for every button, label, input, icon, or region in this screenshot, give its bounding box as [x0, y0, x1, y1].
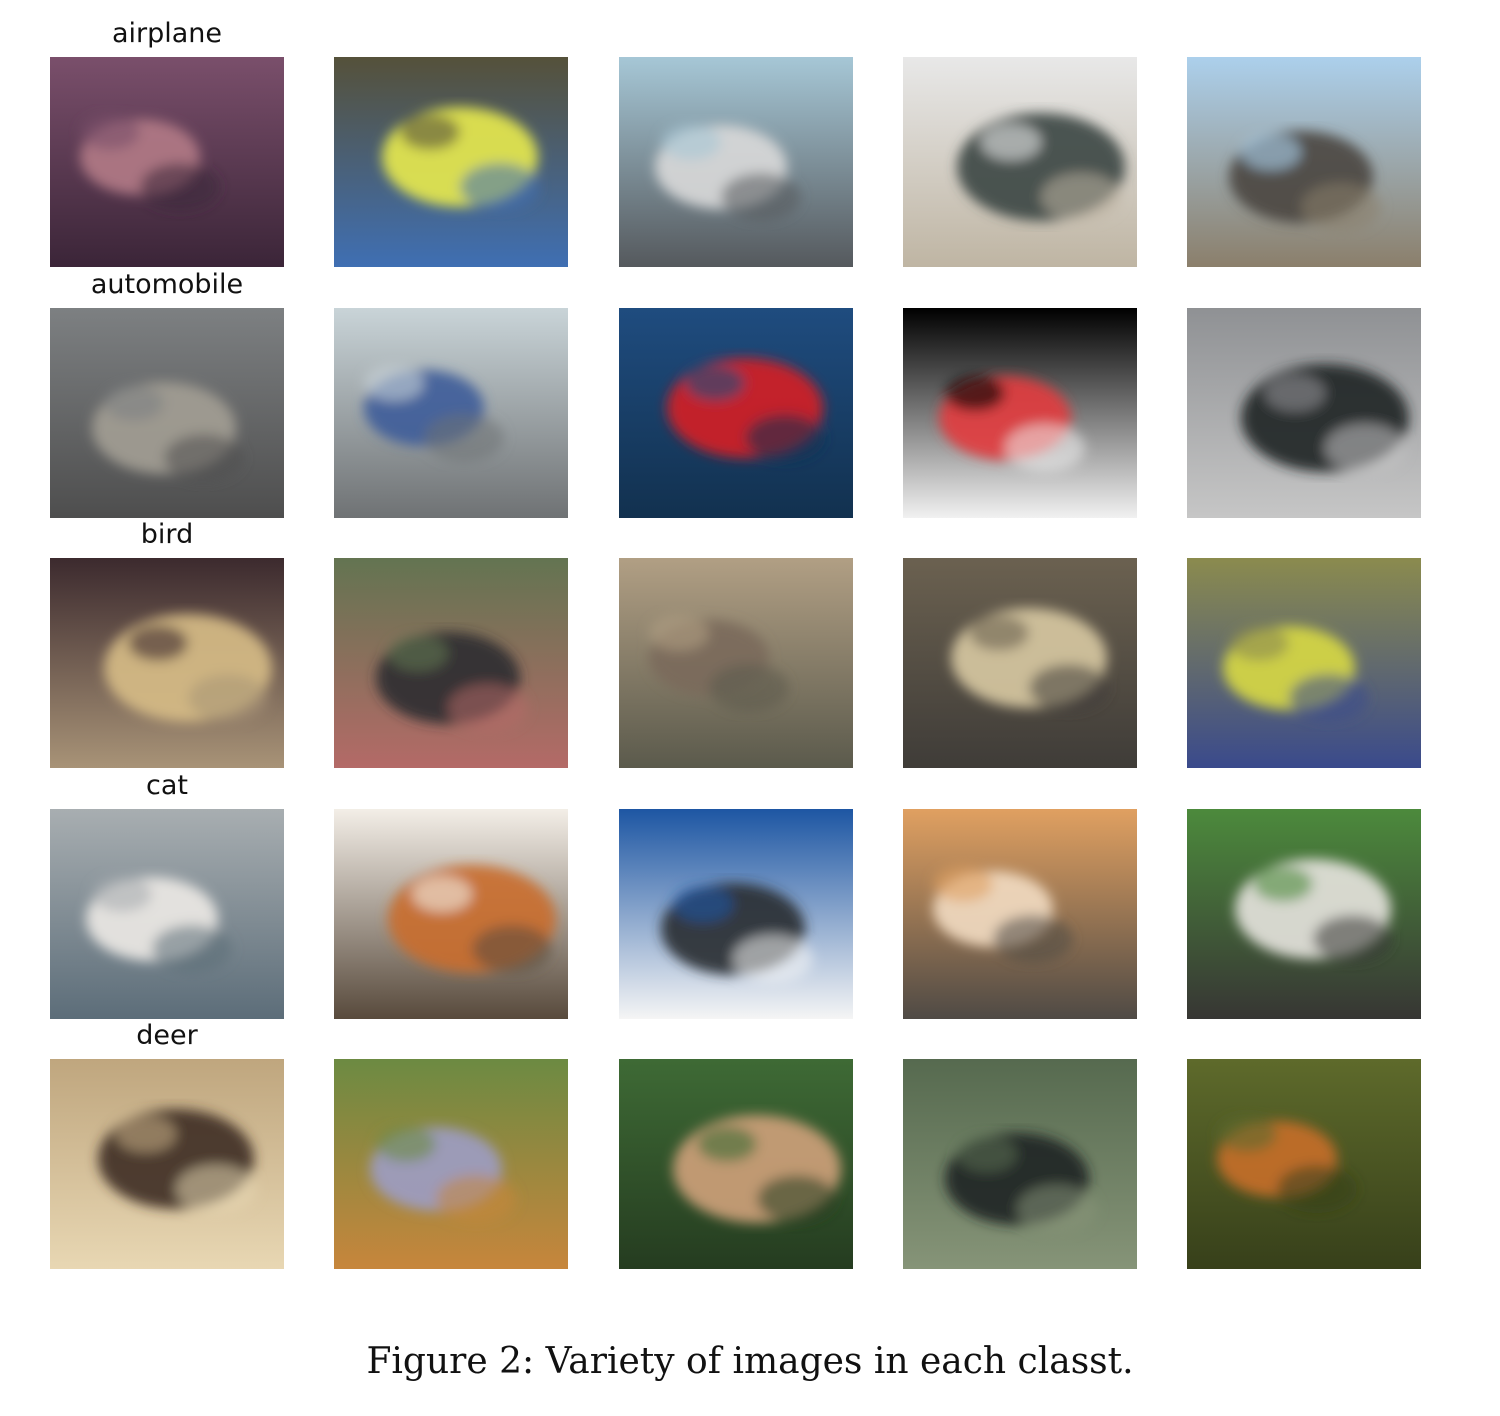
image-bird-4 [903, 558, 1137, 768]
row-label-airplane: airplane [111, 18, 223, 49]
image-automobile-5 [1187, 308, 1421, 518]
image-airplane-3 [619, 57, 853, 267]
image-bird-3 [619, 558, 853, 768]
image-airplane-4 [903, 57, 1137, 267]
image-deer-4 [903, 1059, 1137, 1269]
image-deer-5 [1187, 1059, 1421, 1269]
image-cat-3 [619, 809, 853, 1019]
image-cat-2 [334, 809, 568, 1019]
image-bird-5 [1187, 558, 1421, 768]
row-label-automobile: automobile [90, 269, 244, 300]
image-deer-1 [50, 1059, 284, 1269]
image-automobile-4 [903, 308, 1137, 518]
image-automobile-2 [334, 308, 568, 518]
image-airplane-1 [50, 57, 284, 267]
image-deer-3 [619, 1059, 853, 1269]
figure-caption: Figure 2: Variety of images in each clas… [366, 1341, 1134, 1382]
image-bird-1 [50, 558, 284, 768]
image-cat-5 [1187, 809, 1421, 1019]
row-label-cat: cat [146, 770, 188, 801]
image-bird-2 [334, 558, 568, 768]
row-label-deer: deer [136, 1020, 198, 1051]
image-airplane-2 [334, 57, 568, 267]
image-automobile-3 [619, 308, 853, 518]
image-cat-1 [50, 809, 284, 1019]
image-automobile-1 [50, 308, 284, 518]
image-cat-4 [903, 809, 1137, 1019]
image-airplane-5 [1187, 57, 1421, 267]
row-label-bird: bird [140, 519, 194, 550]
image-deer-2 [334, 1059, 568, 1269]
